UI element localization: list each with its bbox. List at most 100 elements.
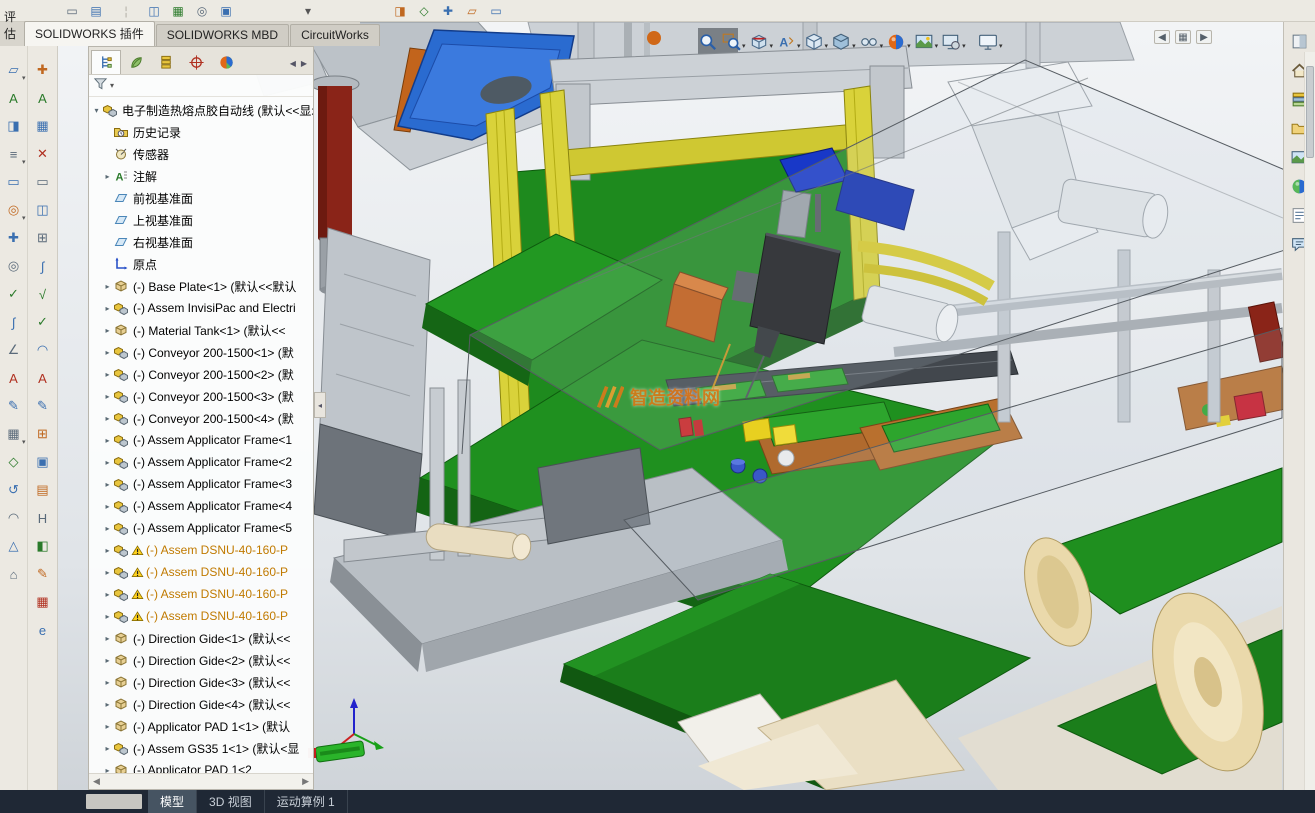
ribbon-tab[interactable]: SOLIDWORKS 插件 bbox=[24, 21, 155, 46]
expand-arrow-icon[interactable]: ▸ bbox=[102, 546, 113, 555]
tree-item[interactable]: ▸ (-) Assem Applicator Frame<1 bbox=[89, 429, 313, 451]
tool-boss-icon[interactable]: ▱ ▾ bbox=[2, 56, 26, 84]
tree-item[interactable]: 右视基准面 bbox=[89, 231, 313, 253]
tool-slot-icon[interactable]: ▭ bbox=[31, 168, 55, 196]
tree-item[interactable]: ▸ (-) Direction Gide<4> (默认<< bbox=[89, 693, 313, 715]
tab-scroll-right-icon[interactable]: ▶ bbox=[301, 59, 307, 68]
tree-item[interactable]: ▸ (-) Conveyor 200-1500<1> (默 bbox=[89, 341, 313, 363]
tool-angle-icon[interactable]: ∠ bbox=[2, 336, 26, 364]
tool-delete-icon[interactable]: ✕ bbox=[31, 140, 55, 168]
tool-pattern-icon[interactable]: ≡ ▾ bbox=[2, 140, 26, 168]
tree-item[interactable]: ▸ (-) Assem Applicator Frame<5 bbox=[89, 517, 313, 539]
tool-rotate-icon[interactable]: ↺ bbox=[2, 476, 26, 504]
tool-circle-icon[interactable]: ◎ ▾ bbox=[2, 196, 26, 224]
expand-arrow-icon[interactable]: ▸ bbox=[102, 172, 113, 181]
expand-arrow-icon[interactable]: ▸ bbox=[102, 326, 113, 335]
expand-arrow-icon[interactable]: ▸ bbox=[102, 436, 113, 445]
tool-slot-icon[interactable]: ▭ bbox=[2, 168, 26, 196]
statusbar-tab[interactable]: 3D 视图 bbox=[197, 790, 265, 813]
tree-root-item[interactable]: ▾ 电子制造热熔点胶自动线 (默认<<显示 bbox=[89, 99, 313, 121]
monitor-icon[interactable]: ▾ bbox=[978, 28, 1003, 52]
tool-triangle-icon[interactable]: △ bbox=[2, 532, 26, 560]
expand-arrow-icon[interactable]: ▸ bbox=[102, 370, 113, 379]
tool-spring-icon[interactable]: ∫ bbox=[31, 252, 55, 280]
tool-note-icon[interactable]: A bbox=[31, 364, 55, 392]
toolbar-fragment-icon[interactable]: ◇ bbox=[414, 2, 434, 20]
expand-arrow-icon[interactable]: ▸ bbox=[102, 480, 113, 489]
tool-draw-icon[interactable]: ✎ bbox=[31, 560, 55, 588]
toolbar-dropdown[interactable]: ▾ bbox=[298, 2, 318, 20]
toolbar-fragment-icon[interactable]: ◫ bbox=[144, 2, 164, 20]
tree-item[interactable]: ▸ (-) Assem Applicator Frame<4 bbox=[89, 495, 313, 517]
expand-arrow-icon[interactable]: ▸ bbox=[102, 568, 113, 577]
tab-evaluate[interactable]: 评估 bbox=[0, 8, 24, 46]
tree-item[interactable]: ▸ (-) Direction Gide<1> (默认<< bbox=[89, 627, 313, 649]
tool-h-icon[interactable]: H bbox=[31, 504, 55, 532]
expand-arrow-icon[interactable]: ▸ bbox=[102, 766, 113, 774]
view-settings-icon[interactable]: ▾ bbox=[941, 28, 966, 52]
tree-item[interactable]: 上视基准面 bbox=[89, 209, 313, 231]
tool-fill-icon[interactable]: ◧ bbox=[31, 532, 55, 560]
tree-item[interactable]: ▸ (-) Material Tank<1> (默认<< bbox=[89, 319, 313, 341]
tree-horizontal-scrollbar[interactable]: ◀ ▶ bbox=[89, 773, 313, 789]
tool-insert-icon[interactable]: ⊞ bbox=[31, 224, 55, 252]
edit-appearance-icon[interactable]: ▾ bbox=[886, 28, 911, 52]
toolbar-fragment-icon[interactable]: ✚ bbox=[438, 2, 458, 20]
expand-arrow-icon[interactable]: ▸ bbox=[102, 656, 113, 665]
hscroll-right-icon[interactable]: ▶ bbox=[302, 776, 309, 787]
tool-arc-icon[interactable]: ◠ bbox=[31, 336, 55, 364]
tool-assembly-features-icon[interactable]: ✚ bbox=[31, 56, 55, 84]
tool-add-icon[interactable]: ✚ bbox=[2, 224, 26, 252]
displaymanager-tab[interactable] bbox=[211, 50, 241, 74]
apply-scene-icon[interactable]: ▾ bbox=[914, 28, 938, 52]
expand-arrow-icon[interactable]: ▸ bbox=[102, 282, 113, 291]
tool-arc-icon[interactable]: ◠ bbox=[2, 504, 26, 532]
hide-items-icon[interactable]: ▾ bbox=[859, 28, 883, 52]
tool-check-icon[interactable]: ✓ bbox=[2, 280, 26, 308]
view-orientation-icon[interactable]: ▾ bbox=[804, 28, 828, 52]
expand-arrow-icon[interactable]: ▸ bbox=[102, 392, 113, 401]
statusbar-tab[interactable]: 运动算例 1 bbox=[265, 790, 348, 813]
tree-item[interactable]: ▸ (-) Direction Gide<2> (默认<< bbox=[89, 649, 313, 671]
scrollbar-thumb[interactable] bbox=[1306, 66, 1314, 158]
tool-text-icon[interactable]: A bbox=[31, 84, 55, 112]
expand-arrow-icon[interactable]: ▸ bbox=[102, 304, 113, 313]
toolbar-separator[interactable]: ¦ bbox=[116, 2, 136, 20]
toolbar-fragment-icon[interactable]: ◎ bbox=[192, 2, 212, 20]
tool-wizard-icon[interactable]: ◨ bbox=[2, 112, 26, 140]
tool-sketch-icon[interactable]: ✎ bbox=[2, 392, 26, 420]
expand-arrow-icon[interactable]: ▸ bbox=[102, 722, 113, 731]
dimxpert-tab[interactable] bbox=[181, 50, 211, 74]
expand-arrow-icon[interactable]: ▸ bbox=[102, 590, 113, 599]
toolbar-fragment-icon[interactable]: ▭ bbox=[62, 2, 82, 20]
tree-item[interactable]: ▸ (-) Base Plate<1> (默认<<默认 bbox=[89, 275, 313, 297]
zoom-area-icon[interactable]: ▾ bbox=[721, 28, 746, 52]
expand-arrow-icon[interactable]: ▸ bbox=[102, 612, 113, 621]
prev-view-icon[interactable]: ◀ bbox=[1154, 30, 1170, 44]
feature-tree-filter[interactable]: ▾ bbox=[89, 75, 313, 97]
tree-item[interactable]: ▸ (-) Assem Applicator Frame<2 bbox=[89, 451, 313, 473]
tree-item[interactable]: ▸ (-) Applicator PAD 1<1> (默认 bbox=[89, 715, 313, 737]
tree-item[interactable]: 传感器 bbox=[89, 143, 313, 165]
tool-mate-icon[interactable]: ◫ bbox=[31, 196, 55, 224]
expand-arrow-icon[interactable]: ▸ bbox=[102, 348, 113, 357]
tool-spline-icon[interactable]: ∫ bbox=[2, 308, 26, 336]
toolbar-fragment-icon[interactable]: ▱ bbox=[462, 2, 482, 20]
root-expand-arrow-icon[interactable]: ▾ bbox=[91, 106, 102, 115]
tree-item[interactable]: 历史记录 bbox=[89, 121, 313, 143]
hscroll-left-icon[interactable]: ◀ bbox=[93, 776, 100, 787]
tool-annotation-icon[interactable]: A bbox=[2, 364, 26, 392]
tree-item[interactable]: ▸ (-) Assem DSNU-40-160-P bbox=[89, 583, 313, 605]
expand-arrow-icon[interactable]: ▸ bbox=[102, 524, 113, 533]
section-view-icon[interactable]: ▾ bbox=[749, 28, 773, 52]
tree-item[interactable]: ▸ (-) Assem InvisiPac and Electri bbox=[89, 297, 313, 319]
tool-pencil-icon[interactable]: ✎ bbox=[31, 392, 55, 420]
ribbon-tab[interactable]: SOLIDWORKS MBD bbox=[155, 24, 290, 46]
toolbar-fragment-icon[interactable]: ▭ bbox=[486, 2, 506, 20]
toolbar-fragment-icon[interactable]: ▣ bbox=[216, 2, 236, 20]
expand-arrow-icon[interactable]: ▸ bbox=[102, 700, 113, 709]
expand-arrow-icon[interactable]: ▸ bbox=[102, 634, 113, 643]
tree-item[interactable]: ▸ (-) Assem DSNU-40-160-P bbox=[89, 605, 313, 627]
tree-item[interactable]: ▸ (-) Conveyor 200-1500<3> (默 bbox=[89, 385, 313, 407]
tree-item[interactable]: ▸ (-) Conveyor 200-1500<2> (默 bbox=[89, 363, 313, 385]
